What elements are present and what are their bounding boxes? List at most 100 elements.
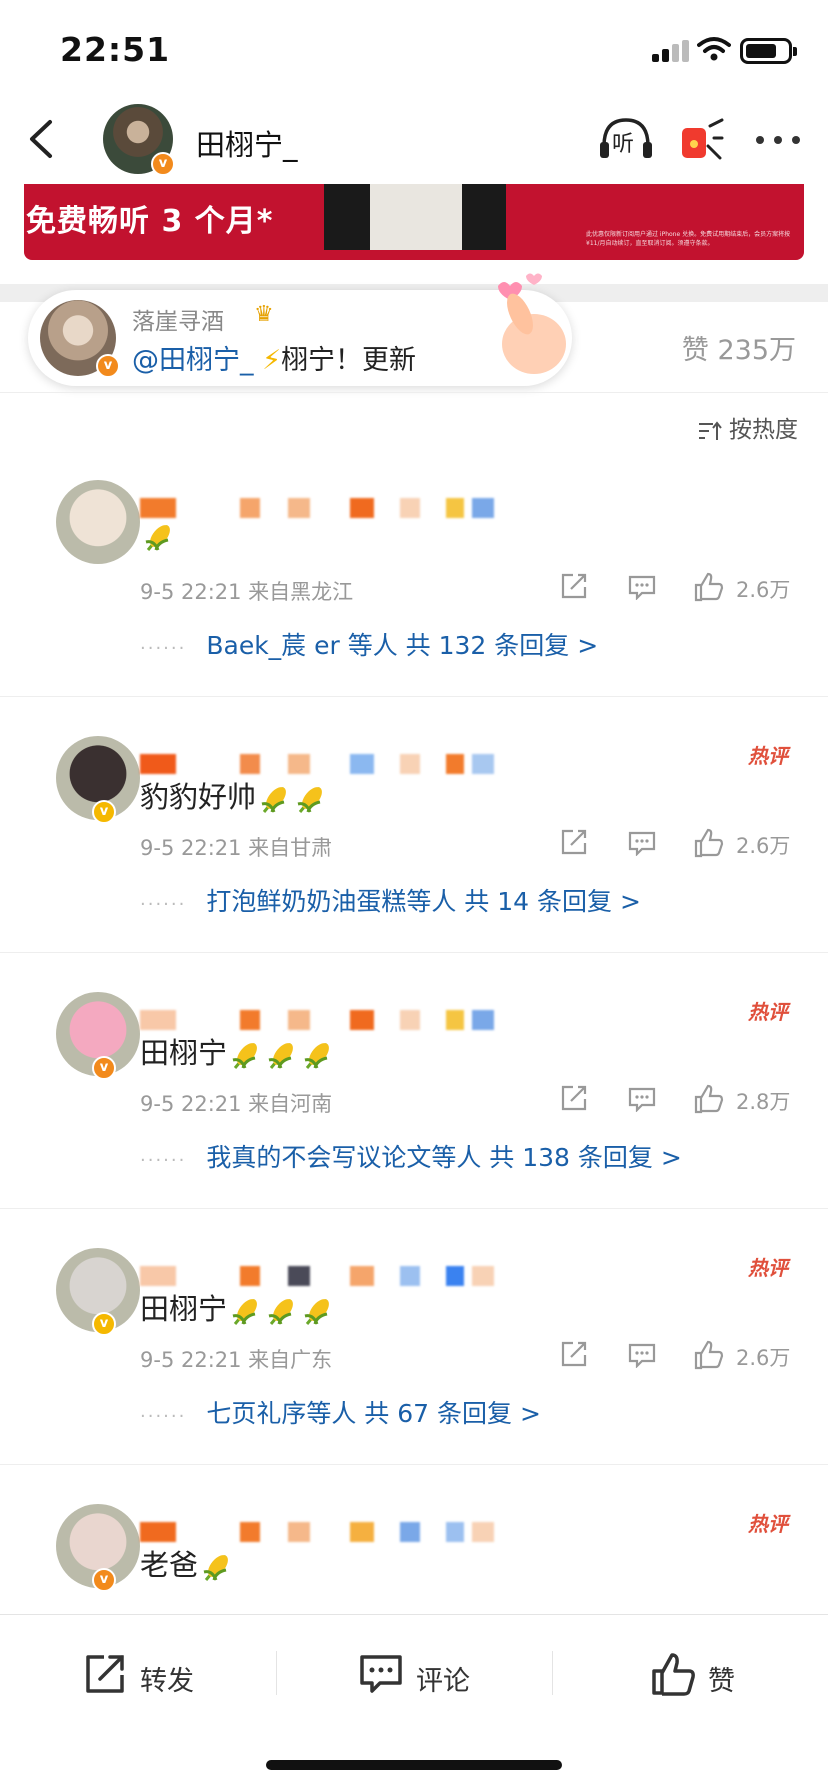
comment-label: 评论 [416, 1666, 470, 1697]
listen-label: 听 [612, 132, 635, 157]
avatar[interactable]: v [28, 1504, 140, 1592]
view-replies-link[interactable]: ······ 我真的不会写议论文等人 共 138 条回复 > [140, 1138, 682, 1174]
signal-icon [652, 40, 690, 62]
corn-emoji-icon [200, 1550, 234, 1584]
headphones-icon[interactable]: 听 [598, 116, 654, 162]
finger-heart-icon [498, 273, 566, 374]
banner-text: 免费畅听 3 个月* [26, 204, 274, 239]
page-title[interactable]: 田栩宁_ [196, 122, 298, 164]
view-replies-link[interactable]: ······ 打泡鲜奶奶油蛋糕等人 共 14 条回复 > [140, 882, 641, 918]
corn-emoji-icon [301, 1038, 335, 1072]
corn-emoji-icon [301, 1294, 335, 1328]
comment-actions: 2.8万 [560, 1084, 810, 1116]
like-label: 赞 [708, 1666, 735, 1697]
comment-text: 田栩宁 [140, 1030, 335, 1072]
share-icon[interactable] [560, 1084, 588, 1112]
view-replies-link[interactable]: ······ Baek_莀 er 等人 共 132 条回复 > [140, 626, 598, 662]
corn-emoji-icon [229, 1294, 263, 1328]
pinned-comment[interactable]: v 落崖寻酒 ♛ @田栩宁_ ⚡栩宁！更新 [28, 273, 572, 386]
sort-icon [697, 420, 723, 442]
home-indicator [266, 1760, 562, 1770]
comment-actions: 2.6万 [560, 1340, 810, 1372]
username-blurred[interactable] [140, 498, 520, 518]
share-icon [86, 1655, 124, 1693]
share-icon[interactable] [560, 572, 588, 600]
corn-emoji-icon [294, 782, 328, 816]
comment-icon[interactable] [628, 1086, 656, 1112]
verified-icon: v [96, 354, 120, 378]
share-icon[interactable] [560, 828, 588, 856]
corn-emoji-icon [142, 520, 176, 554]
comment-item[interactable]: v 田栩宁 热评 9-5 22:21 来自广东 2.6万 ······ 七页礼序等… [0, 1248, 828, 1504]
battery-icon [740, 38, 797, 64]
avatar[interactable]: v [40, 300, 120, 378]
ad-banner[interactable]: 免费畅听 3 个月* 此优惠仅限新订阅用户通过 iPhone 兑换。免费试用期结… [24, 184, 804, 260]
red-envelope-icon[interactable] [678, 116, 726, 164]
comment-text: 豹豹好帅 [140, 774, 328, 816]
avatar[interactable]: v [28, 1248, 140, 1336]
reply-dots: ······ [140, 1406, 187, 1427]
hot-comment-badge: 热评 [748, 1256, 788, 1280]
sort-label: 按热度 [729, 417, 798, 443]
avatar[interactable]: v [28, 736, 140, 824]
comment-icon[interactable] [628, 830, 656, 856]
back-icon[interactable] [22, 116, 62, 162]
comment-item[interactable]: v 田栩宁 热评 9-5 22:21 来自河南 2.8万 ······ 我真的不会… [0, 992, 828, 1248]
mention-link[interactable]: @田栩宁_ [132, 345, 254, 376]
reply-dots: ······ [140, 1150, 187, 1171]
divider [0, 392, 828, 393]
comment-icon[interactable] [628, 574, 656, 600]
nav-bar: v 田栩宁_ 听 [0, 96, 828, 184]
reply-dots: ······ [140, 638, 187, 659]
divider [552, 1651, 553, 1695]
divider [0, 1208, 828, 1209]
thumbs-up-icon[interactable] [694, 828, 724, 858]
divider [0, 1464, 828, 1465]
wifi-icon [697, 37, 731, 61]
thumbs-up-icon[interactable] [694, 1340, 724, 1370]
username-blurred[interactable] [140, 1522, 520, 1542]
avatar[interactable]: v [103, 104, 175, 176]
thumbs-up-icon[interactable] [694, 572, 724, 602]
avatar[interactable] [28, 480, 140, 564]
like-count: 2.6万 [736, 1346, 791, 1370]
divider [0, 952, 828, 953]
divider [0, 696, 828, 697]
like-count: 2.6万 [736, 834, 791, 858]
corn-emoji-icon [258, 782, 292, 816]
pinned-username[interactable]: 落崖寻酒 [132, 302, 224, 336]
avatar[interactable]: v [28, 992, 140, 1080]
verified-icon: v [92, 800, 116, 824]
pinned-text-body: 栩宁！更新 [281, 345, 417, 376]
comment-icon[interactable] [628, 1342, 656, 1368]
view-replies-link[interactable]: ······ 七页礼序等人 共 67 条回复 > [140, 1394, 541, 1430]
banner-photo [324, 184, 506, 250]
share-icon[interactable] [560, 1340, 588, 1368]
comment-actions: 2.6万 [560, 828, 810, 860]
comment-actions: 2.6万 [560, 572, 810, 604]
more-icon[interactable] [756, 134, 800, 146]
thumbs-up-icon[interactable] [694, 1084, 724, 1114]
comment-item[interactable]: 9-5 22:21 来自黑龙江 2.6万 ······ Baek_莀 er 等人 … [0, 480, 828, 736]
hot-comment-badge: 热评 [748, 1000, 788, 1024]
verified-icon: v [151, 152, 175, 176]
sort-button[interactable]: 按热度 [697, 410, 798, 444]
likes-total: 赞 235万 [681, 335, 796, 366]
corn-emoji-icon [265, 1294, 299, 1328]
username-blurred[interactable] [140, 754, 520, 774]
hot-comment-badge: 热评 [748, 744, 788, 768]
comment-text [140, 518, 176, 554]
username-blurred[interactable] [140, 1266, 520, 1286]
like-count: 2.8万 [736, 1090, 791, 1114]
comment-meta: 9-5 22:21 来自甘肃 [140, 836, 333, 860]
pinned-text: @田栩宁_ ⚡栩宁！更新 [132, 338, 416, 377]
username-blurred[interactable] [140, 1010, 520, 1030]
verified-icon: v [92, 1568, 116, 1592]
corn-emoji-icon [265, 1038, 299, 1072]
comment-item[interactable]: v 豹豹好帅 热评 9-5 22:21 来自甘肃 2.6万 ······ 打泡鲜奶… [0, 736, 828, 992]
repost-label: 转发 [140, 1666, 194, 1697]
corn-emoji-icon [229, 1038, 263, 1072]
like-count: 2.6万 [736, 578, 791, 602]
verified-icon: v [92, 1312, 116, 1336]
status-bar: 22:51 [0, 0, 828, 96]
